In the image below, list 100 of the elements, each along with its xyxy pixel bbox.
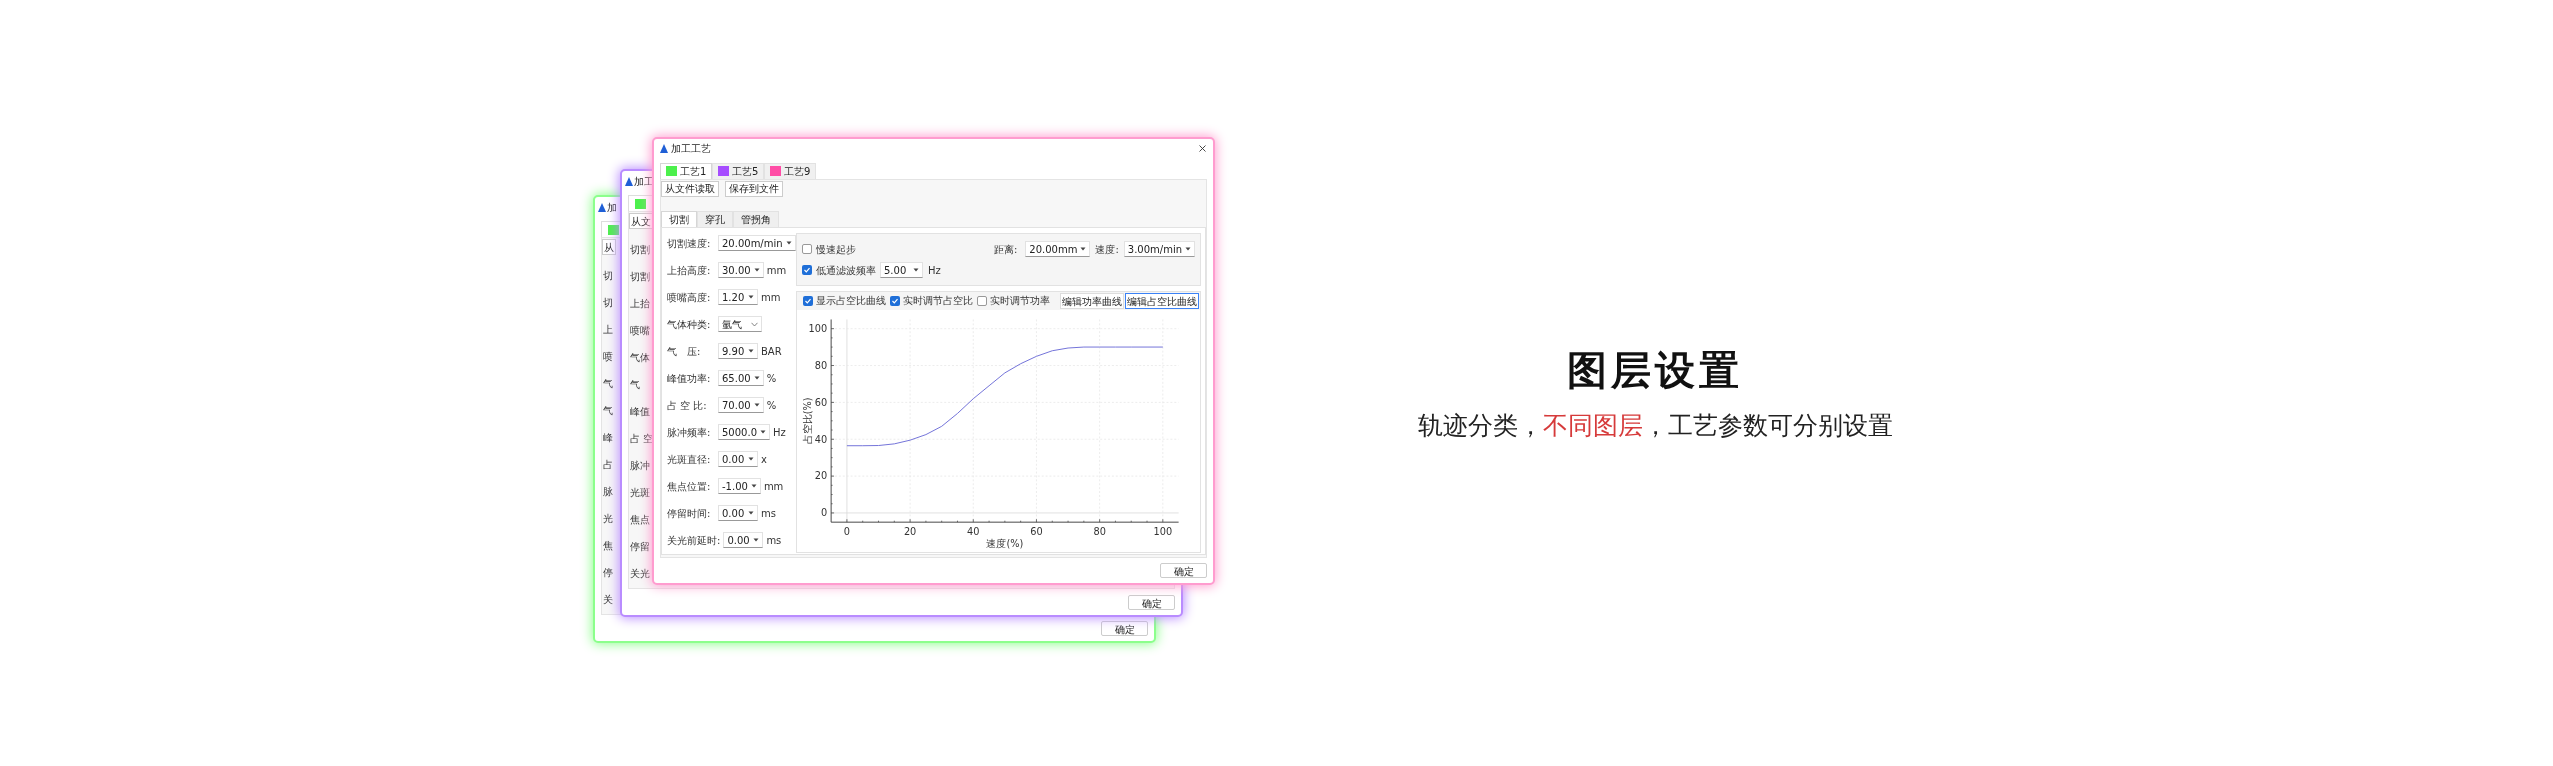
- app-logo-icon: [660, 144, 668, 154]
- section-tab[interactable]: 切割: [661, 210, 697, 227]
- spin-field[interactable]: -1.00: [718, 478, 761, 495]
- field-label: 停留时间:: [667, 506, 712, 521]
- unit-label: mm: [766, 263, 787, 278]
- field-label: 占 空 比:: [667, 398, 708, 413]
- field-label: 脉: [603, 485, 613, 499]
- unit-label: mm: [763, 479, 784, 494]
- checkbox-label: 显示占空比曲线: [816, 294, 886, 309]
- spin-field[interactable]: 30.00: [718, 262, 764, 279]
- confirm-button[interactable]: 确定: [1128, 594, 1175, 610]
- field-label: 关: [603, 593, 613, 607]
- field-label: 脉冲: [630, 459, 650, 473]
- confirm-button[interactable]: 确定: [1160, 562, 1207, 578]
- field-label: 焦: [603, 539, 613, 553]
- field-label: 切: [603, 296, 613, 310]
- field-label: 切割: [630, 270, 650, 284]
- load-file-button[interactable]: 从文: [629, 213, 653, 229]
- dropdown-arrow-icon: [748, 349, 754, 354]
- spin-field[interactable]: 5.00: [880, 262, 923, 279]
- field-label: 上抬高度:: [667, 263, 712, 278]
- spin-field[interactable]: 65.00: [718, 370, 764, 387]
- checkbox-label: 实时调节功率: [990, 294, 1050, 309]
- section-tab[interactable]: 管拐角: [733, 210, 779, 227]
- field-label: 占: [603, 458, 613, 472]
- field-label: 停留: [630, 540, 650, 554]
- spin-field[interactable]: 5000.0: [718, 424, 770, 441]
- spin-field[interactable]: 20.00m/min: [718, 235, 796, 252]
- field-label: 上抬: [630, 297, 650, 311]
- field-label: 气体: [630, 351, 650, 365]
- spin-field[interactable]: 20.00mm: [1025, 241, 1091, 258]
- confirm-button[interactable]: 确定: [1101, 620, 1148, 636]
- checkbox[interactable]: [802, 265, 812, 276]
- checkbox-label: 实时调节占空比: [903, 294, 973, 309]
- edit-curve-button[interactable]: 编辑功率曲线: [1060, 292, 1124, 309]
- spin-field[interactable]: 3.00m/min: [1123, 241, 1195, 258]
- field-label: 气体种类:: [667, 317, 712, 332]
- tick-label: 0: [843, 525, 851, 537]
- section-tab[interactable]: 穿孔: [697, 210, 733, 227]
- dropdown-arrow-icon: [1080, 247, 1087, 252]
- unit-label: BAR: [761, 344, 782, 359]
- spin-field[interactable]: 0.00: [723, 532, 764, 549]
- unit-label: Hz: [928, 263, 941, 278]
- field-label: 喷嘴高度:: [667, 290, 712, 305]
- dropdown-arrow-icon: [753, 403, 760, 408]
- unit-label: Hz: [773, 425, 786, 440]
- x-axis-title: 速度(%): [986, 537, 1024, 549]
- spin-field[interactable]: 0.00: [718, 451, 758, 468]
- tick-label: 20: [814, 470, 828, 482]
- chevron-down-icon: [751, 321, 758, 327]
- checkbox[interactable]: [890, 295, 900, 306]
- checkbox[interactable]: [977, 295, 987, 306]
- load-file-button[interactable]: 从: [602, 239, 616, 255]
- window-title: 加工工艺: [671, 142, 711, 157]
- tick-label: 40: [814, 433, 828, 445]
- checkbox[interactable]: [803, 295, 813, 306]
- field-label: 上: [603, 323, 613, 337]
- field-label: 距离:: [993, 242, 1018, 257]
- field-label: 切割: [630, 243, 650, 257]
- spin-field[interactable]: 1.20: [718, 289, 758, 306]
- checkbox[interactable]: [802, 244, 812, 255]
- field-label: 焦点: [630, 513, 650, 527]
- y-axis-title: 占空比(%): [801, 396, 813, 444]
- dropdown-arrow-icon: [1185, 247, 1191, 252]
- tick-label: 40: [967, 525, 980, 537]
- tick-label: 60: [814, 396, 828, 408]
- field-label: 气 压:: [667, 344, 702, 359]
- process-tab[interactable]: 工艺1: [660, 162, 712, 179]
- field-label: 光斑: [630, 486, 650, 500]
- field-label: 占 空: [630, 432, 654, 446]
- unit-label: %: [766, 371, 777, 386]
- unit-label: %: [766, 398, 777, 413]
- select-field[interactable]: 氩气: [718, 316, 762, 333]
- spin-field[interactable]: 70.00: [718, 397, 764, 414]
- tick-label: 20: [903, 525, 917, 537]
- file-button[interactable]: 保存到文件: [725, 180, 783, 197]
- dropdown-arrow-icon: [753, 268, 760, 273]
- tick-label: 80: [814, 359, 828, 371]
- field-label: 光斑直径:: [667, 452, 712, 467]
- app-logo-icon: [625, 176, 633, 186]
- dropdown-arrow-icon: [748, 511, 754, 516]
- edit-curve-button[interactable]: 编辑占空比曲线: [1125, 292, 1199, 309]
- process-tab[interactable]: 工艺5: [712, 162, 764, 179]
- headline: 图层设置: [1567, 346, 1743, 395]
- spin-field[interactable]: 0.00: [718, 505, 758, 522]
- field-label: 关光前延时:: [667, 533, 721, 548]
- unit-label: ms: [761, 506, 776, 521]
- field-label: 峰: [603, 431, 613, 445]
- file-button[interactable]: 从文件读取: [661, 180, 719, 197]
- field-label: 气: [603, 404, 613, 418]
- unit-label: ms: [766, 533, 782, 548]
- tick-label: 100: [1153, 525, 1173, 537]
- field-label: 焦点位置:: [667, 479, 712, 494]
- checkbox-label: 低通滤波频率: [816, 263, 876, 278]
- subtitle: 轨迹分类，不同图层，工艺参数可分别设置: [1417, 410, 1893, 442]
- tick-label: 0: [821, 506, 828, 518]
- dropdown-arrow-icon: [750, 484, 757, 489]
- close-button[interactable]: [1197, 143, 1207, 154]
- process-tab[interactable]: 工艺9: [764, 162, 816, 179]
- spin-field[interactable]: 9.90: [718, 343, 758, 360]
